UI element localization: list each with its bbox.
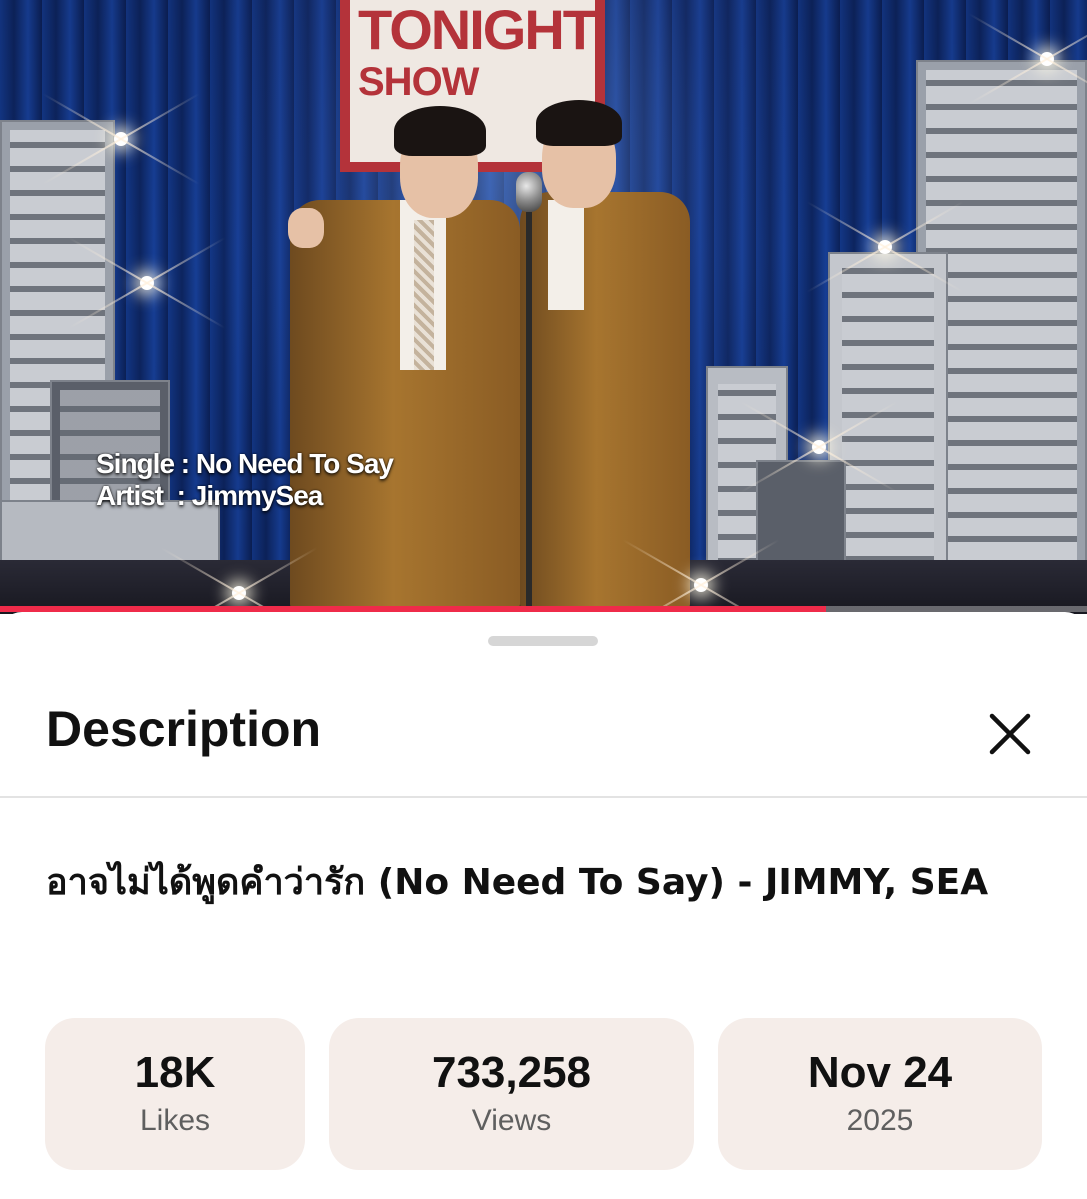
caption-single-row: Single : No Need To Say xyxy=(96,448,394,479)
likes-stat: 18K Likes xyxy=(45,1018,305,1170)
caption-artist-label: Artist xyxy=(96,480,164,511)
sign-line-2: SHOW xyxy=(358,60,479,104)
caption-artist-row: Artist : JimmySea xyxy=(96,480,324,511)
upload-year: 2025 xyxy=(846,1104,914,1137)
video-player[interactable]: TONIGHT SHOW Single: No Need To Say Art… xyxy=(0,0,1087,614)
sheet-title: Description xyxy=(46,701,322,757)
mic-stand xyxy=(526,212,532,608)
likes-count: 18K xyxy=(134,1048,216,1097)
video-title: อาจไม่ได้พูดคำว่ารัก (No Need To Say) - … xyxy=(46,862,989,903)
close-button[interactable] xyxy=(980,704,1040,764)
likes-label: Likes xyxy=(139,1104,211,1137)
views-label: Views xyxy=(471,1104,552,1137)
views-stat: 733,258 Views xyxy=(329,1018,694,1170)
upload-date: Nov 24 xyxy=(807,1048,953,1097)
description-sheet: Description อาจไม่ได้พูดคำว่ารัก (No Nee… xyxy=(0,612,1087,1199)
video-caption-overlay: Single : No Need To Say Artist : JimmySe… xyxy=(96,448,394,512)
stage-light-sparkle xyxy=(140,276,154,290)
close-icon xyxy=(989,713,1031,755)
raised-fist xyxy=(288,208,324,248)
microphone xyxy=(516,172,542,212)
stage-light-sparkle xyxy=(114,132,128,146)
sign-line-1: TONIGHT xyxy=(358,0,597,61)
stage-light-sparkle xyxy=(694,578,708,592)
drag-handle[interactable] xyxy=(488,636,598,646)
prop-building-right-mid xyxy=(828,252,948,602)
header-divider xyxy=(0,796,1087,798)
stage-light-sparkle xyxy=(1040,52,1054,66)
date-stat: Nov 24 2025 xyxy=(718,1018,1042,1170)
stage-light-sparkle xyxy=(812,440,826,454)
stage-light-sparkle xyxy=(878,240,892,254)
caption-artist-value: JimmySea xyxy=(191,480,324,511)
performer-right xyxy=(520,100,720,610)
stage-light-sparkle xyxy=(232,586,246,600)
caption-single-label: Single xyxy=(96,448,175,479)
performer-left xyxy=(280,100,520,610)
caption-single-value: No Need To Say xyxy=(195,448,394,479)
views-count: 733,258 xyxy=(431,1048,592,1097)
